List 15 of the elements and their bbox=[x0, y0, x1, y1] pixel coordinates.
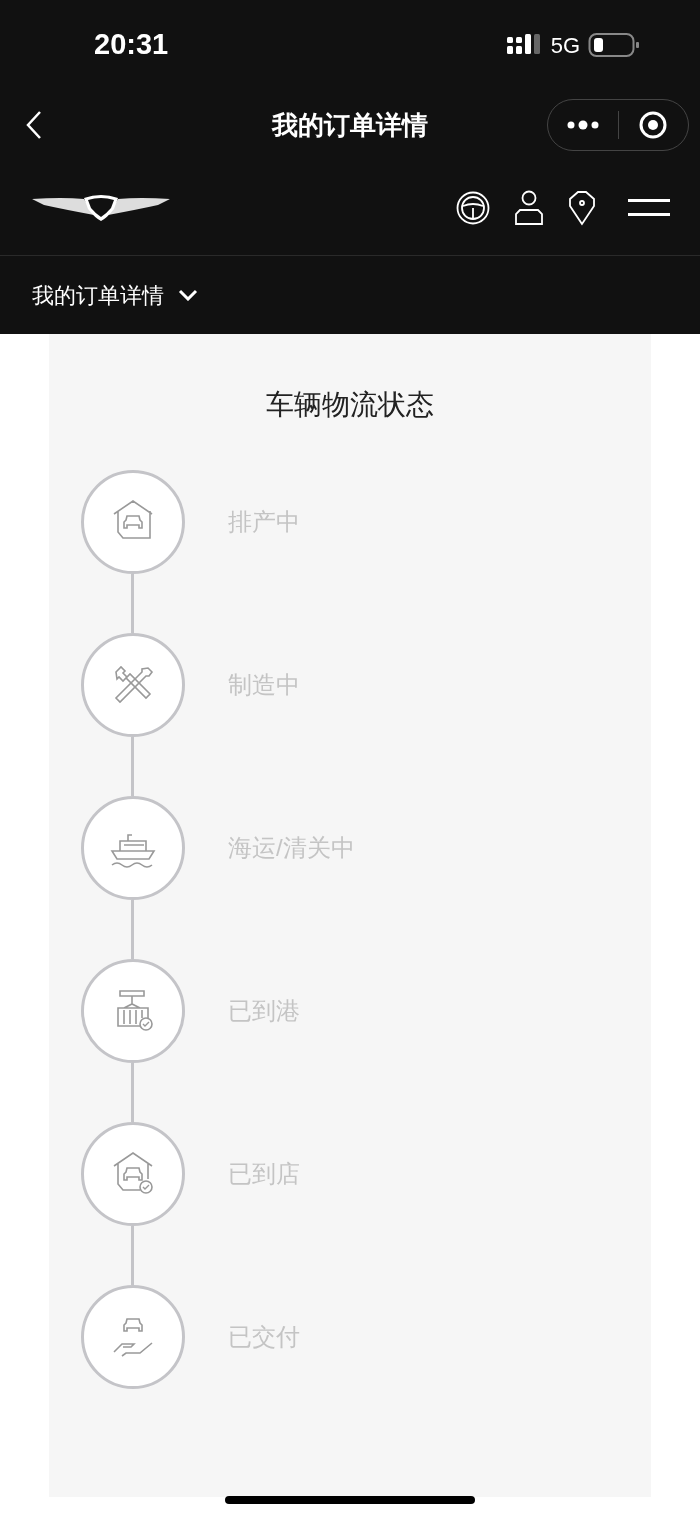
back-icon[interactable] bbox=[25, 110, 43, 140]
user-icon[interactable] bbox=[514, 189, 544, 226]
status-time: 20:31 bbox=[94, 27, 169, 63]
steering-wheel-icon[interactable] bbox=[456, 190, 490, 225]
network-label: 5G bbox=[550, 31, 580, 60]
battery-icon bbox=[588, 32, 640, 58]
signal-icon bbox=[506, 34, 543, 56]
card-title: 车辆物流状态 bbox=[266, 388, 434, 422]
menu-icon[interactable] bbox=[628, 196, 670, 219]
page-title: 我的订单详情 bbox=[272, 108, 428, 142]
location-pin-icon[interactable] bbox=[568, 189, 596, 226]
chevron-down-icon bbox=[178, 289, 198, 301]
more-icon[interactable] bbox=[566, 120, 599, 130]
close-icon[interactable] bbox=[638, 110, 669, 140]
breadcrumb-dropdown[interactable]: 我的订单详情 bbox=[32, 278, 198, 312]
